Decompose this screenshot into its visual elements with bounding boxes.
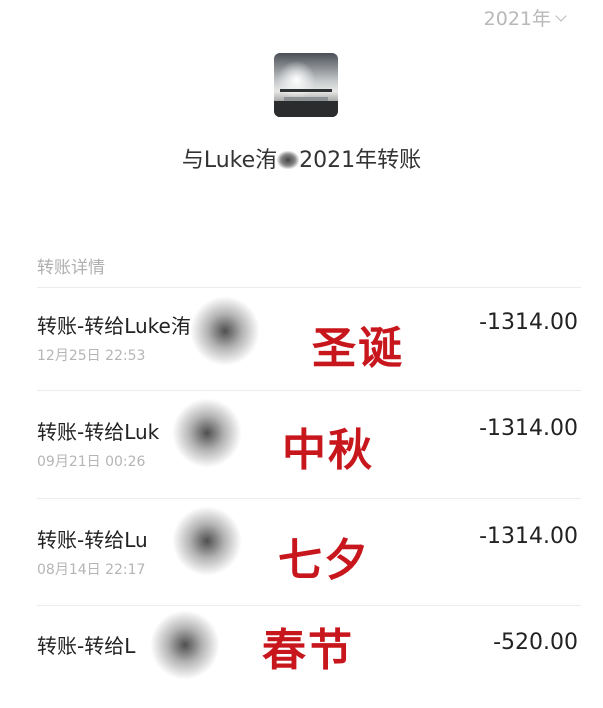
section-label: 转账详情	[37, 258, 105, 278]
transaction-row[interactable]: 转账-转给Luk 09月21日 00:26 -1314.00 中秋	[0, 394, 603, 494]
transaction-row[interactable]: 转账-转给Lu 08月14日 22:17 -1314.00 七夕	[0, 502, 603, 602]
transaction-time: 09月21日 00:26	[37, 454, 146, 470]
title-prefix: 与Luke洧	[181, 148, 278, 173]
annotation-note: 春节	[262, 625, 354, 676]
redaction-blur	[150, 610, 220, 680]
transaction-amount: -520.00	[493, 630, 578, 655]
transaction-desc: 转账-转给Lu	[37, 528, 148, 552]
avatar-image	[274, 53, 338, 117]
annotation-note: 中秋	[282, 425, 374, 476]
annotation-note: 圣诞	[312, 323, 404, 374]
transaction-row[interactable]: 转账-转给Luke洧 12月25日 22:53 -1314.00 圣诞	[0, 288, 603, 388]
redaction-blur	[277, 151, 300, 169]
transaction-amount: -1314.00	[479, 416, 578, 441]
annotation-note: 七夕	[278, 535, 370, 586]
avatar	[274, 53, 338, 117]
divider	[37, 390, 581, 391]
title-suffix: 2021年转账	[299, 148, 422, 173]
transaction-time: 12月25日 22:53	[37, 348, 146, 364]
transaction-row[interactable]: 转账-转给L -520.00 春节	[0, 608, 603, 708]
year-label: 2021年	[483, 8, 551, 30]
transaction-desc: 转账-转给Luke洧	[37, 314, 191, 338]
chevron-down-icon	[555, 9, 567, 22]
transaction-time: 08月14日 22:17	[37, 562, 146, 578]
redaction-blur	[172, 398, 242, 468]
redaction-blur	[190, 296, 260, 366]
transaction-amount: -1314.00	[479, 310, 578, 335]
divider	[37, 498, 581, 499]
transaction-desc: 转账-转给L	[37, 634, 136, 658]
page-title: 与Luke洧 2021年转账	[0, 142, 603, 174]
transaction-amount: -1314.00	[479, 524, 578, 549]
divider	[37, 605, 581, 606]
transaction-desc: 转账-转给Luk	[37, 420, 160, 444]
year-selector[interactable]: 2021年	[483, 4, 567, 31]
redaction-blur	[172, 506, 242, 576]
